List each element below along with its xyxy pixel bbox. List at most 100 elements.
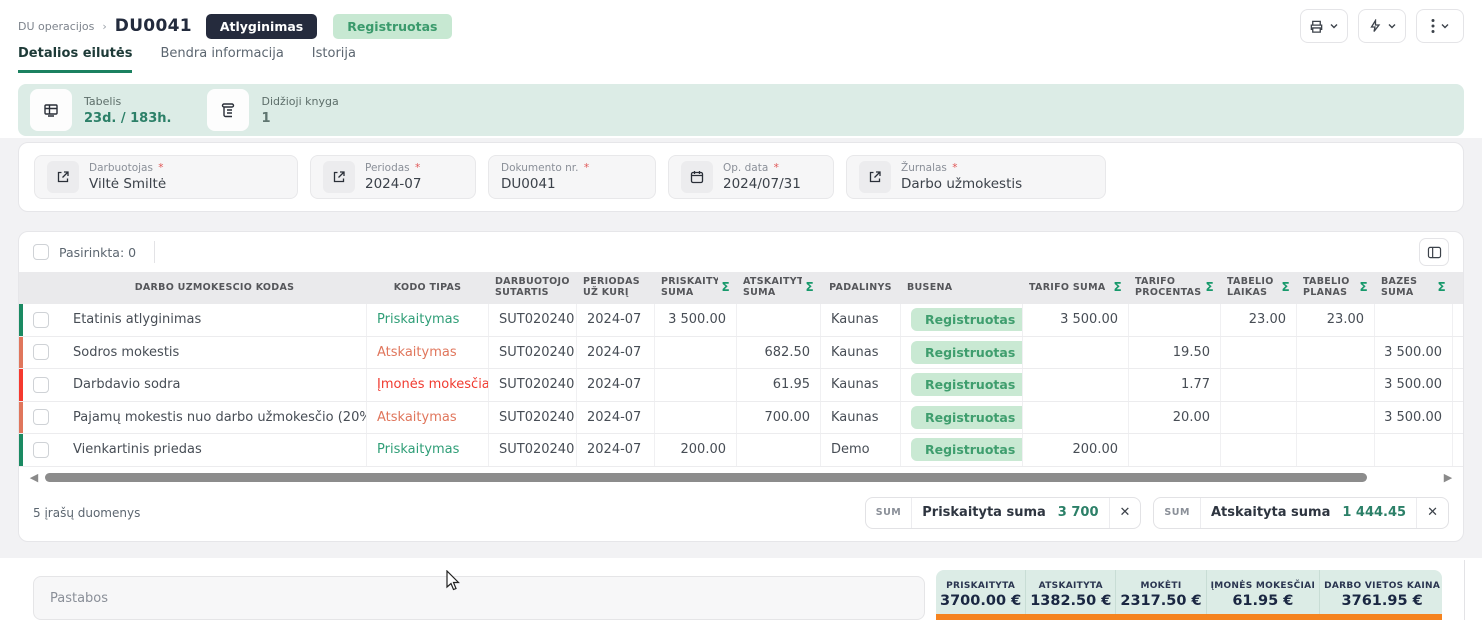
cell-tabel_time[interactable]	[1221, 337, 1297, 369]
cell-status[interactable]: Registruotas	[901, 337, 1023, 369]
cell-accrued[interactable]	[655, 337, 737, 369]
cell-code[interactable]: Etatinis atlyginimas	[63, 304, 367, 336]
cell-tabel_plan[interactable]: 23.00	[1297, 304, 1375, 336]
cell-department[interactable]: Kaunas	[821, 337, 901, 369]
cell-spacer[interactable]	[1453, 402, 1464, 434]
cell-period[interactable]: 2024-07	[577, 369, 655, 401]
sum-icon[interactable]: Σ	[1114, 281, 1123, 295]
cell-type[interactable]: Priskaitymas	[367, 434, 489, 466]
column-header-accrued[interactable]: PRISKAITYTA SUMAΣ	[655, 272, 737, 304]
row-checkbox[interactable]	[33, 377, 49, 393]
scrollbar-track[interactable]	[45, 473, 1437, 482]
column-header-code[interactable]: DARBO UŽMOKESČIO KODAS	[63, 272, 367, 304]
cell-accrued[interactable]	[655, 369, 737, 401]
cell-tariff_sum[interactable]: 3 500.00	[1023, 304, 1129, 336]
field-op-data[interactable]: Op. data *2024/07/31	[668, 155, 834, 199]
cell-tabel_plan[interactable]	[1297, 402, 1375, 434]
column-header-contract[interactable]: DARBUOTOJO SUTARTIS	[489, 272, 577, 304]
cell-tariff_sum[interactable]	[1023, 402, 1129, 434]
cell-tariff_sum[interactable]: 200.00	[1023, 434, 1129, 466]
cell-contract[interactable]: SUT020240	[489, 369, 577, 401]
tab-bendra-informacija[interactable]: Bendra informacija	[160, 46, 283, 73]
sum-icon[interactable]: Σ	[806, 281, 815, 295]
row-checkbox[interactable]	[33, 442, 49, 458]
sum-icon[interactable]: Σ	[1360, 281, 1369, 295]
cell-status[interactable]: Registruotas	[901, 402, 1023, 434]
column-header-type[interactable]: KODO TIPAS	[367, 272, 489, 304]
field-dokumento-nr-[interactable]: Dokumento nr. *DU0041	[488, 155, 656, 199]
cell-contract[interactable]: SUT020240	[489, 304, 577, 336]
scroll-left-arrow[interactable]: ◀	[27, 471, 41, 484]
cell-tariff_pct[interactable]	[1129, 304, 1221, 336]
cell-code[interactable]: Pajamų mokestis nuo darbo užmokesčio (20…	[63, 402, 367, 434]
cell-tariff_pct[interactable]: 19.50	[1129, 337, 1221, 369]
cell-tabel_plan[interactable]	[1297, 369, 1375, 401]
cell-tabel_time[interactable]	[1221, 402, 1297, 434]
cell-period[interactable]: 2024-07	[577, 434, 655, 466]
print-button[interactable]	[1300, 9, 1348, 43]
table-row[interactable]: Vienkartinis priedasPriskaitymasSUT02024…	[19, 434, 1463, 467]
cell-deducted[interactable]: 61.95	[737, 369, 821, 401]
notes-input[interactable]: Pastabos	[33, 576, 925, 620]
close-icon[interactable]: ✕	[1109, 498, 1141, 528]
column-header-period[interactable]: PERIODAS UŽ KURĮ	[577, 272, 655, 304]
external-link-icon[interactable]	[323, 161, 355, 193]
automation-button[interactable]	[1358, 9, 1406, 43]
select-all-checkbox[interactable]	[33, 244, 49, 260]
field-darbuotojas[interactable]: Darbuotojas *Viltė Smiltė	[34, 155, 298, 199]
sum-icon[interactable]: Σ	[1206, 281, 1215, 295]
cell-department[interactable]: Kaunas	[821, 304, 901, 336]
info-item-didzioji-knyga[interactable]: Didžioji knyga 1	[207, 89, 338, 131]
cell-accrued[interactable]: 3 500.00	[655, 304, 737, 336]
table-row[interactable]: Etatinis atlyginimasPriskaitymasSUT02024…	[19, 304, 1463, 337]
sum-icon[interactable]: Σ	[722, 281, 731, 295]
cell-deducted[interactable]	[737, 434, 821, 466]
cell-spacer[interactable]	[1453, 369, 1464, 401]
sum-icon[interactable]: Σ	[1438, 281, 1447, 295]
column-settings-button[interactable]	[1419, 238, 1449, 266]
tab-detalios-eilutes[interactable]: Detalios eilutės	[18, 46, 132, 73]
external-link-icon[interactable]	[47, 161, 79, 193]
cell-tabel_plan[interactable]	[1297, 434, 1375, 466]
row-checkbox[interactable]	[33, 344, 49, 360]
calendar-icon[interactable]	[681, 161, 713, 193]
cell-tabel_time[interactable]: 23.00	[1221, 304, 1297, 336]
cell-period[interactable]: 2024-07	[577, 402, 655, 434]
column-header-tariff_sum[interactable]: TARIFO SUMAΣ	[1023, 272, 1129, 304]
column-header-status[interactable]: BŪSENA	[901, 272, 1023, 304]
cell-tariff_pct[interactable]	[1129, 434, 1221, 466]
cell-contract[interactable]: SUT020240	[489, 337, 577, 369]
row-checkbox[interactable]	[33, 312, 49, 328]
cell-deducted[interactable]	[737, 304, 821, 336]
close-icon[interactable]: ✕	[1416, 498, 1448, 528]
column-header-spacer[interactable]	[1453, 272, 1464, 304]
cell-department[interactable]: Kaunas	[821, 402, 901, 434]
cell-tariff_sum[interactable]	[1023, 369, 1129, 401]
cell-status[interactable]: Registruotas	[901, 369, 1023, 401]
cell-status[interactable]: Registruotas	[901, 434, 1023, 466]
cell-base_sum[interactable]	[1375, 434, 1453, 466]
cell-base_sum[interactable]	[1375, 304, 1453, 336]
table-row[interactable]: Pajamų mokestis nuo darbo užmokesčio (20…	[19, 402, 1463, 435]
cell-tariff_pct[interactable]: 20.00	[1129, 402, 1221, 434]
cell-contract[interactable]: SUT020240	[489, 402, 577, 434]
cell-base_sum[interactable]: 3 500.00	[1375, 402, 1453, 434]
field--urnalas[interactable]: Žurnalas *Darbo užmokestis	[846, 155, 1106, 199]
cell-contract[interactable]: SUT020240	[489, 434, 577, 466]
cell-accrued[interactable]: 200.00	[655, 434, 737, 466]
column-header-tabel_time[interactable]: TABELIO LAIKASΣ	[1221, 272, 1297, 304]
field-periodas[interactable]: Periodas *2024-07	[310, 155, 476, 199]
cell-type[interactable]: Atskaitymas	[367, 337, 489, 369]
cell-code[interactable]: Vienkartinis priedas	[63, 434, 367, 466]
cell-tabel_time[interactable]	[1221, 369, 1297, 401]
row-checkbox[interactable]	[33, 409, 49, 425]
cell-accrued[interactable]	[655, 402, 737, 434]
sum-icon[interactable]: Σ	[1282, 281, 1291, 295]
cell-type[interactable]: Atskaitymas	[367, 402, 489, 434]
cell-spacer[interactable]	[1453, 337, 1464, 369]
table-row[interactable]: Darbdavio sodraĮmonės mokesčiaiSUT020240…	[19, 369, 1463, 402]
column-header-department[interactable]: PADALINYS	[821, 272, 901, 304]
column-header-tabel_plan[interactable]: TABELIO PLANASΣ	[1297, 272, 1375, 304]
cell-tariff_sum[interactable]	[1023, 337, 1129, 369]
breadcrumb[interactable]: DU operacijos	[18, 20, 94, 33]
